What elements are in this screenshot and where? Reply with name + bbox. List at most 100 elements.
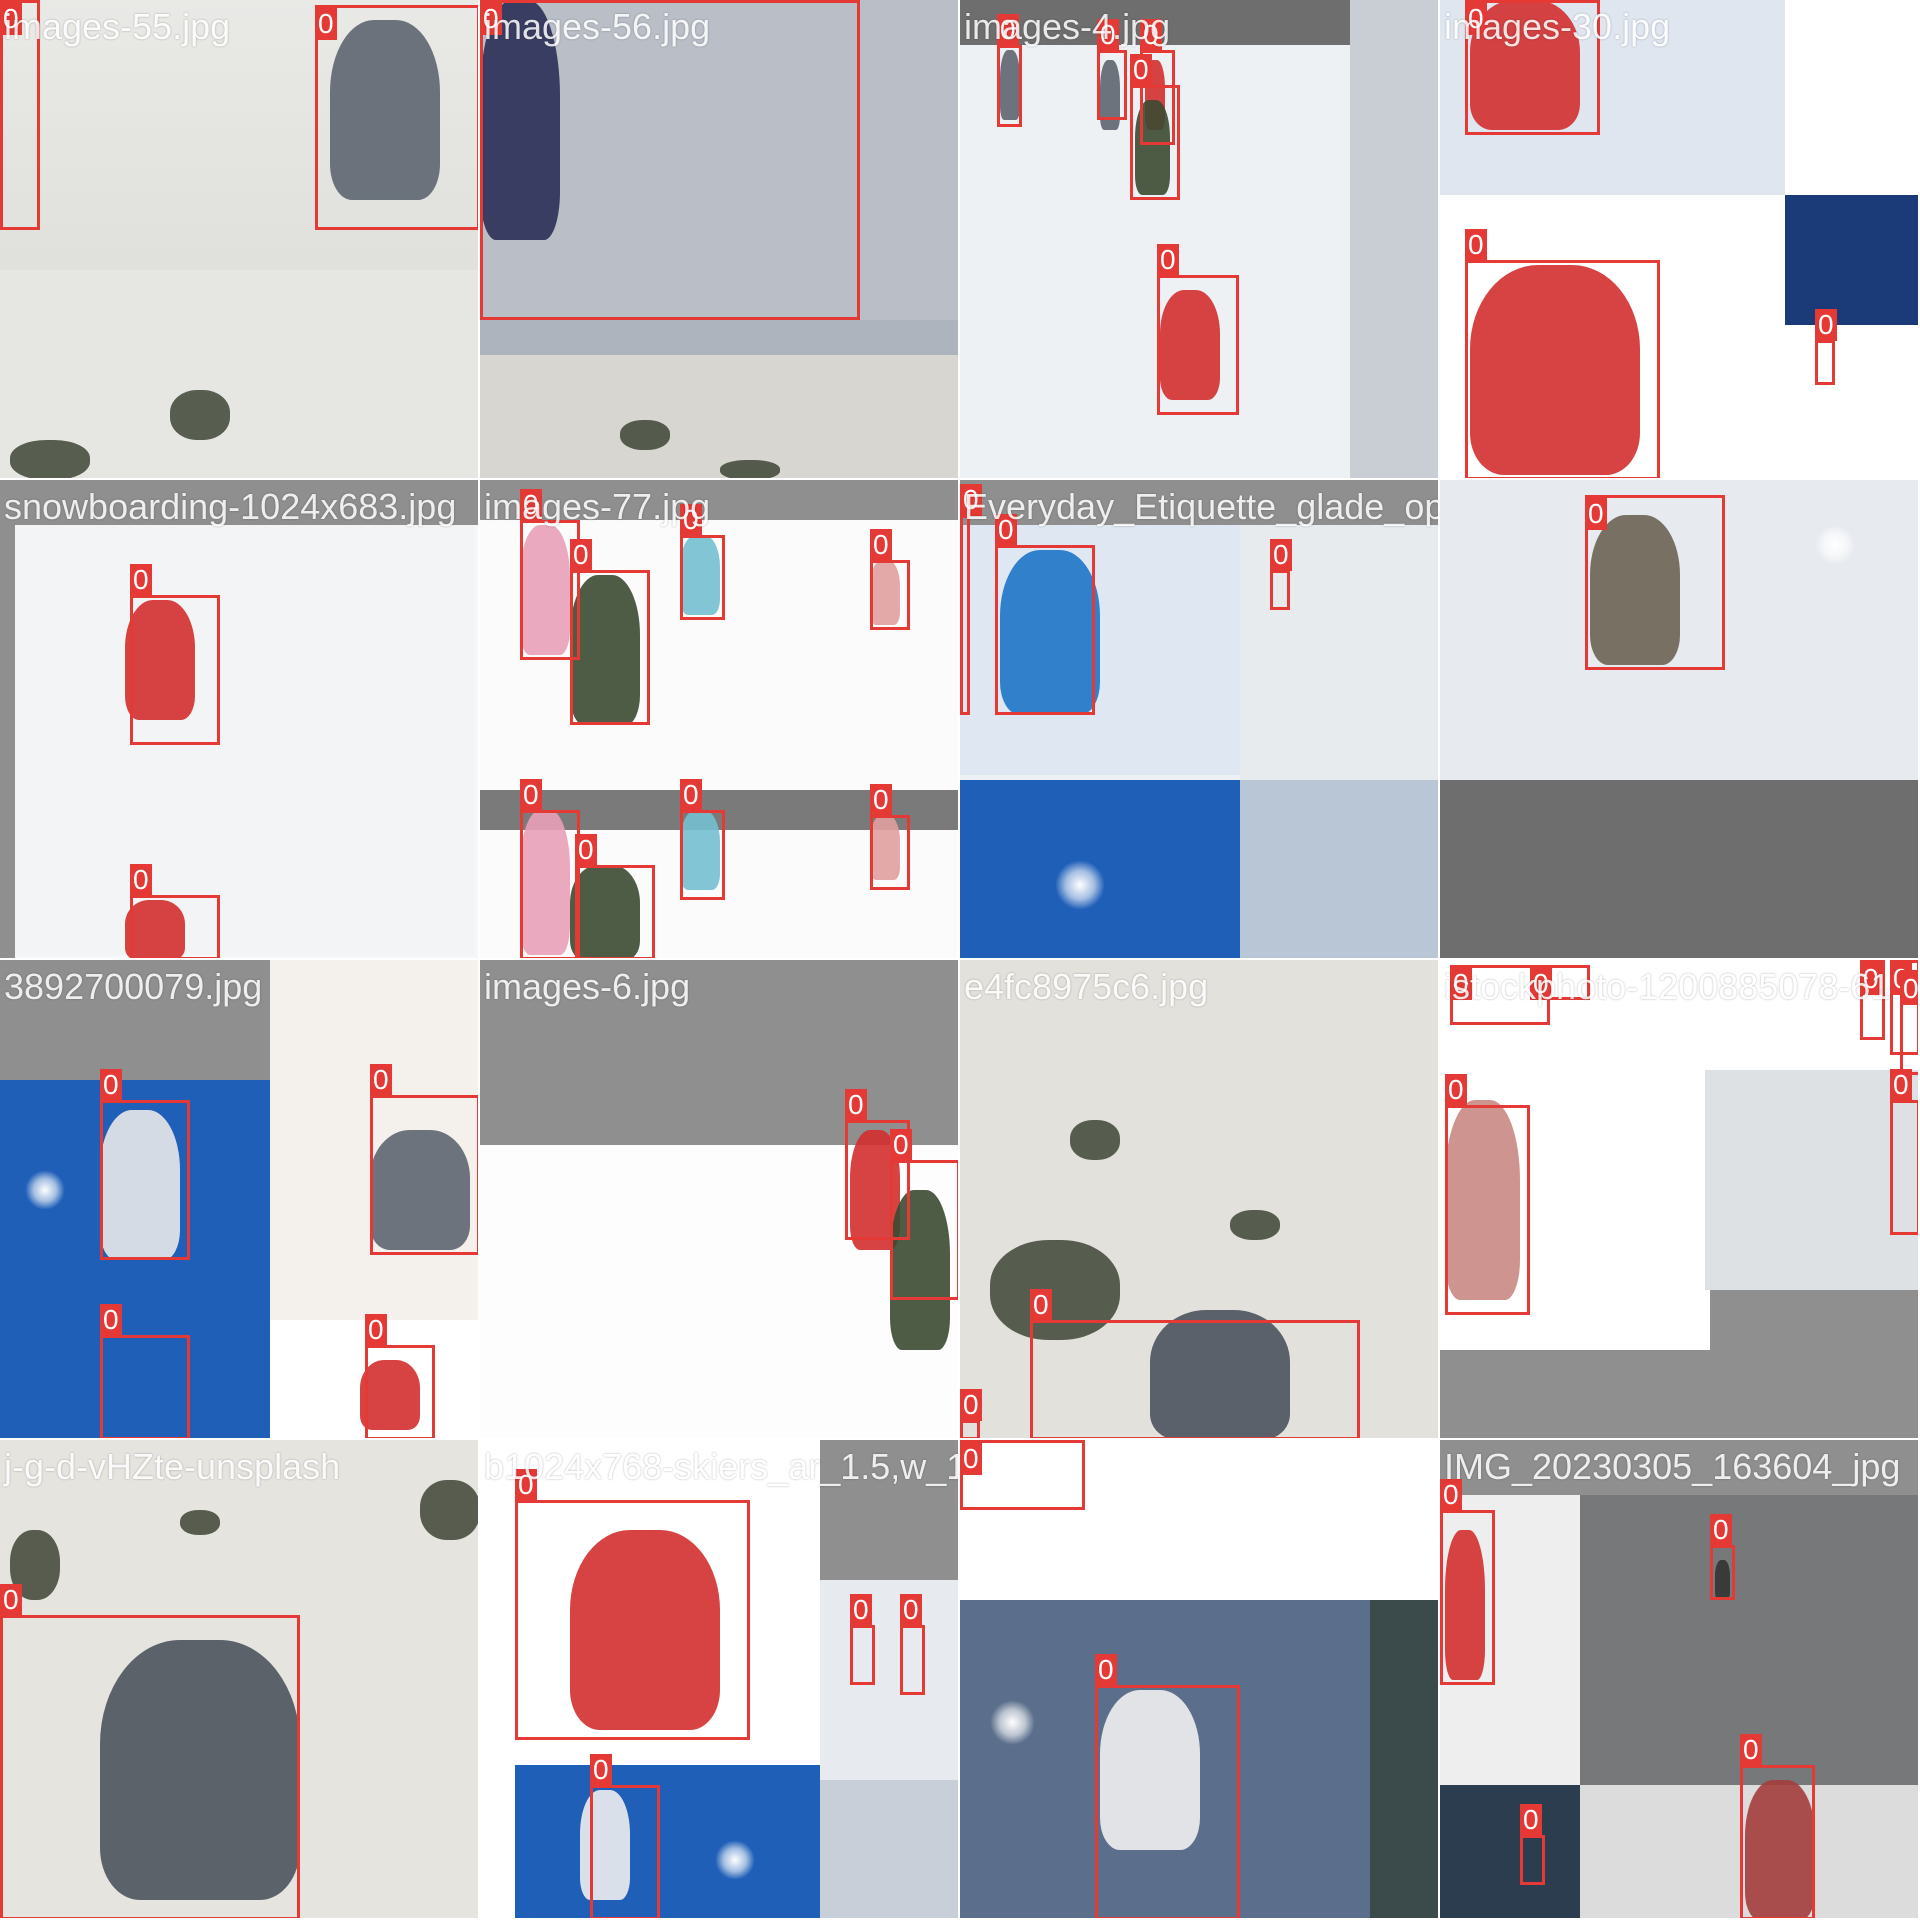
tile-filename: b1024x768-skiers_ar_1.5,w_1440,le-1587_6… <box>484 1446 958 1487</box>
sun-glare <box>1815 525 1855 565</box>
class-label: 0 <box>1445 1074 1467 1106</box>
detection-box: 0 <box>1465 229 1660 478</box>
detection-box: 0 <box>870 784 910 890</box>
class-label: 0 <box>1270 539 1292 571</box>
image-crop <box>515 1765 820 1918</box>
class-label: 0 <box>1030 1289 1052 1321</box>
class-label: 0 <box>845 1089 867 1121</box>
detection-box: 0 <box>1270 539 1292 610</box>
image-crop <box>15 525 475 955</box>
mosaic-tile: 00 <box>960 1440 1440 1920</box>
class-label: 0 <box>1157 244 1179 276</box>
class-label: 0 <box>1095 1654 1117 1686</box>
detection-box: 0 <box>1130 54 1180 200</box>
rock-shape <box>420 1480 478 1540</box>
detection-box: 0 <box>100 1304 190 1438</box>
mosaic-tile: 0000000istockphoto-1200885078-61 <box>1440 960 1920 1440</box>
rock-shape <box>1070 1120 1120 1160</box>
class-label: 0 <box>520 779 542 811</box>
detection-box: 0 <box>890 1129 958 1300</box>
tile-filename: 3892700079.jpg <box>4 966 263 1007</box>
detection-box: 0 <box>870 529 910 630</box>
class-label: 0 <box>870 784 892 816</box>
class-label: 0 <box>1520 1804 1542 1836</box>
padding-band <box>1785 195 1918 325</box>
class-label: 0 <box>1900 973 1918 1005</box>
class-label: 0 <box>1740 1734 1762 1766</box>
sun-glare <box>25 1170 65 1210</box>
detection-box: 0 <box>570 539 650 725</box>
detection-box: 0 <box>130 864 220 958</box>
detection-box: 0 <box>590 1754 660 1918</box>
detection-box: 0 <box>960 1440 1085 1510</box>
rock-shape <box>170 390 230 440</box>
detection-box: 0 <box>997 14 1022 127</box>
detection-box: 0 <box>515 1469 750 1740</box>
detection-box: 0 <box>1030 1289 1360 1438</box>
class-label: 0 <box>590 1754 612 1786</box>
mosaic-tile: 0 <box>1440 480 1920 960</box>
tile-filename: Everyday_Etiquette_glade_options_bestsno… <box>964 486 1440 527</box>
class-label: 0 <box>575 834 597 866</box>
class-label: 0 <box>1890 1069 1912 1101</box>
class-label: 0 <box>1130 54 1152 86</box>
mosaic-tile: 0 0 0 0 0 0 0 0 images-77.jpg <box>480 480 960 960</box>
detection-box: 0 <box>365 1314 435 1438</box>
detection-box: 0 <box>680 779 725 900</box>
mosaic-tile: 0 0 0 images-30.jpg <box>1440 0 1920 480</box>
tile-filename: j-g-d-vHZte-unsplash <box>4 1446 341 1487</box>
class-label: 0 <box>890 1129 912 1161</box>
image-crop <box>480 355 958 478</box>
mosaic-tile: 0 0 images-55.jpg <box>0 0 480 480</box>
image-crop <box>1705 1070 1918 1290</box>
mosaic-tile: 0 images-56.jpg <box>480 0 960 480</box>
mosaic-tile: 0 j-g-d-vHZte-unsplash <box>0 1440 480 1920</box>
tile-filename: istockphoto-1200885078-61 <box>1444 966 1891 1007</box>
mosaic-tile: 0 0 0 0 0 images-4.jpg <box>960 0 1440 480</box>
class-label: 0 <box>680 779 702 811</box>
detection-box: 0 <box>130 564 220 745</box>
tile-filename: images-6.jpg <box>484 966 691 1007</box>
detection-box: 0 <box>1095 1654 1240 1918</box>
class-label: 0 <box>1815 309 1837 341</box>
tile-filename: images-77.jpg <box>484 486 711 527</box>
class-label: 0 <box>130 564 152 596</box>
sun-glare <box>990 1700 1035 1745</box>
sun-glare <box>715 1840 755 1880</box>
padding-band <box>1710 1290 1918 1438</box>
detection-box: 0 <box>680 504 725 620</box>
class-label: 0 <box>1585 498 1607 530</box>
detection-box: 0 <box>1520 1804 1545 1885</box>
detection-box: 0 <box>1900 970 1918 1075</box>
class-label: 0 <box>960 1389 982 1421</box>
rock-shape <box>10 440 90 478</box>
detection-box: 0 <box>995 514 1095 715</box>
class-label: 0 <box>870 529 892 561</box>
class-label: 0 <box>0 1584 22 1616</box>
class-label: 0 <box>365 1314 387 1346</box>
class-label: 0 <box>130 864 152 896</box>
mosaic-tile: 000Everyday_Etiquette_glade_options_best… <box>960 480 1440 960</box>
mosaic-tile: 0 0 0 0 IMG_20230305_163604_jpg <box>1440 1440 1920 1920</box>
detection-box: 0 <box>1740 1734 1815 1918</box>
detection-box: 0 <box>1440 1479 1495 1685</box>
tile-filename: e4fc8975c6.jpg <box>964 966 1209 1007</box>
image-crop <box>820 1580 958 1780</box>
detection-box: 0 <box>960 1389 982 1438</box>
image-crop <box>1240 780 1438 958</box>
sun-glare <box>1055 860 1105 910</box>
detection-box: 0 <box>575 834 655 958</box>
detection-box: 0 <box>1710 1514 1735 1600</box>
detection-box: 0 <box>1445 1074 1530 1315</box>
padding-band <box>1350 0 1438 478</box>
detection-box: 0 <box>315 5 478 230</box>
tile-filename: images-30.jpg <box>1444 6 1671 47</box>
class-label: 0 <box>1710 1514 1732 1546</box>
detection-box: 0 <box>520 779 580 958</box>
detection-box: 0 <box>960 484 982 715</box>
tile-filename: images-55.jpg <box>4 6 231 47</box>
padding-band <box>1440 1350 1710 1438</box>
mosaic-tile: 0000b1024x768-skiers_ar_1.5,w_1440,le-15… <box>480 1440 960 1920</box>
class-label: 0 <box>370 1064 392 1096</box>
rock-shape <box>720 460 780 478</box>
